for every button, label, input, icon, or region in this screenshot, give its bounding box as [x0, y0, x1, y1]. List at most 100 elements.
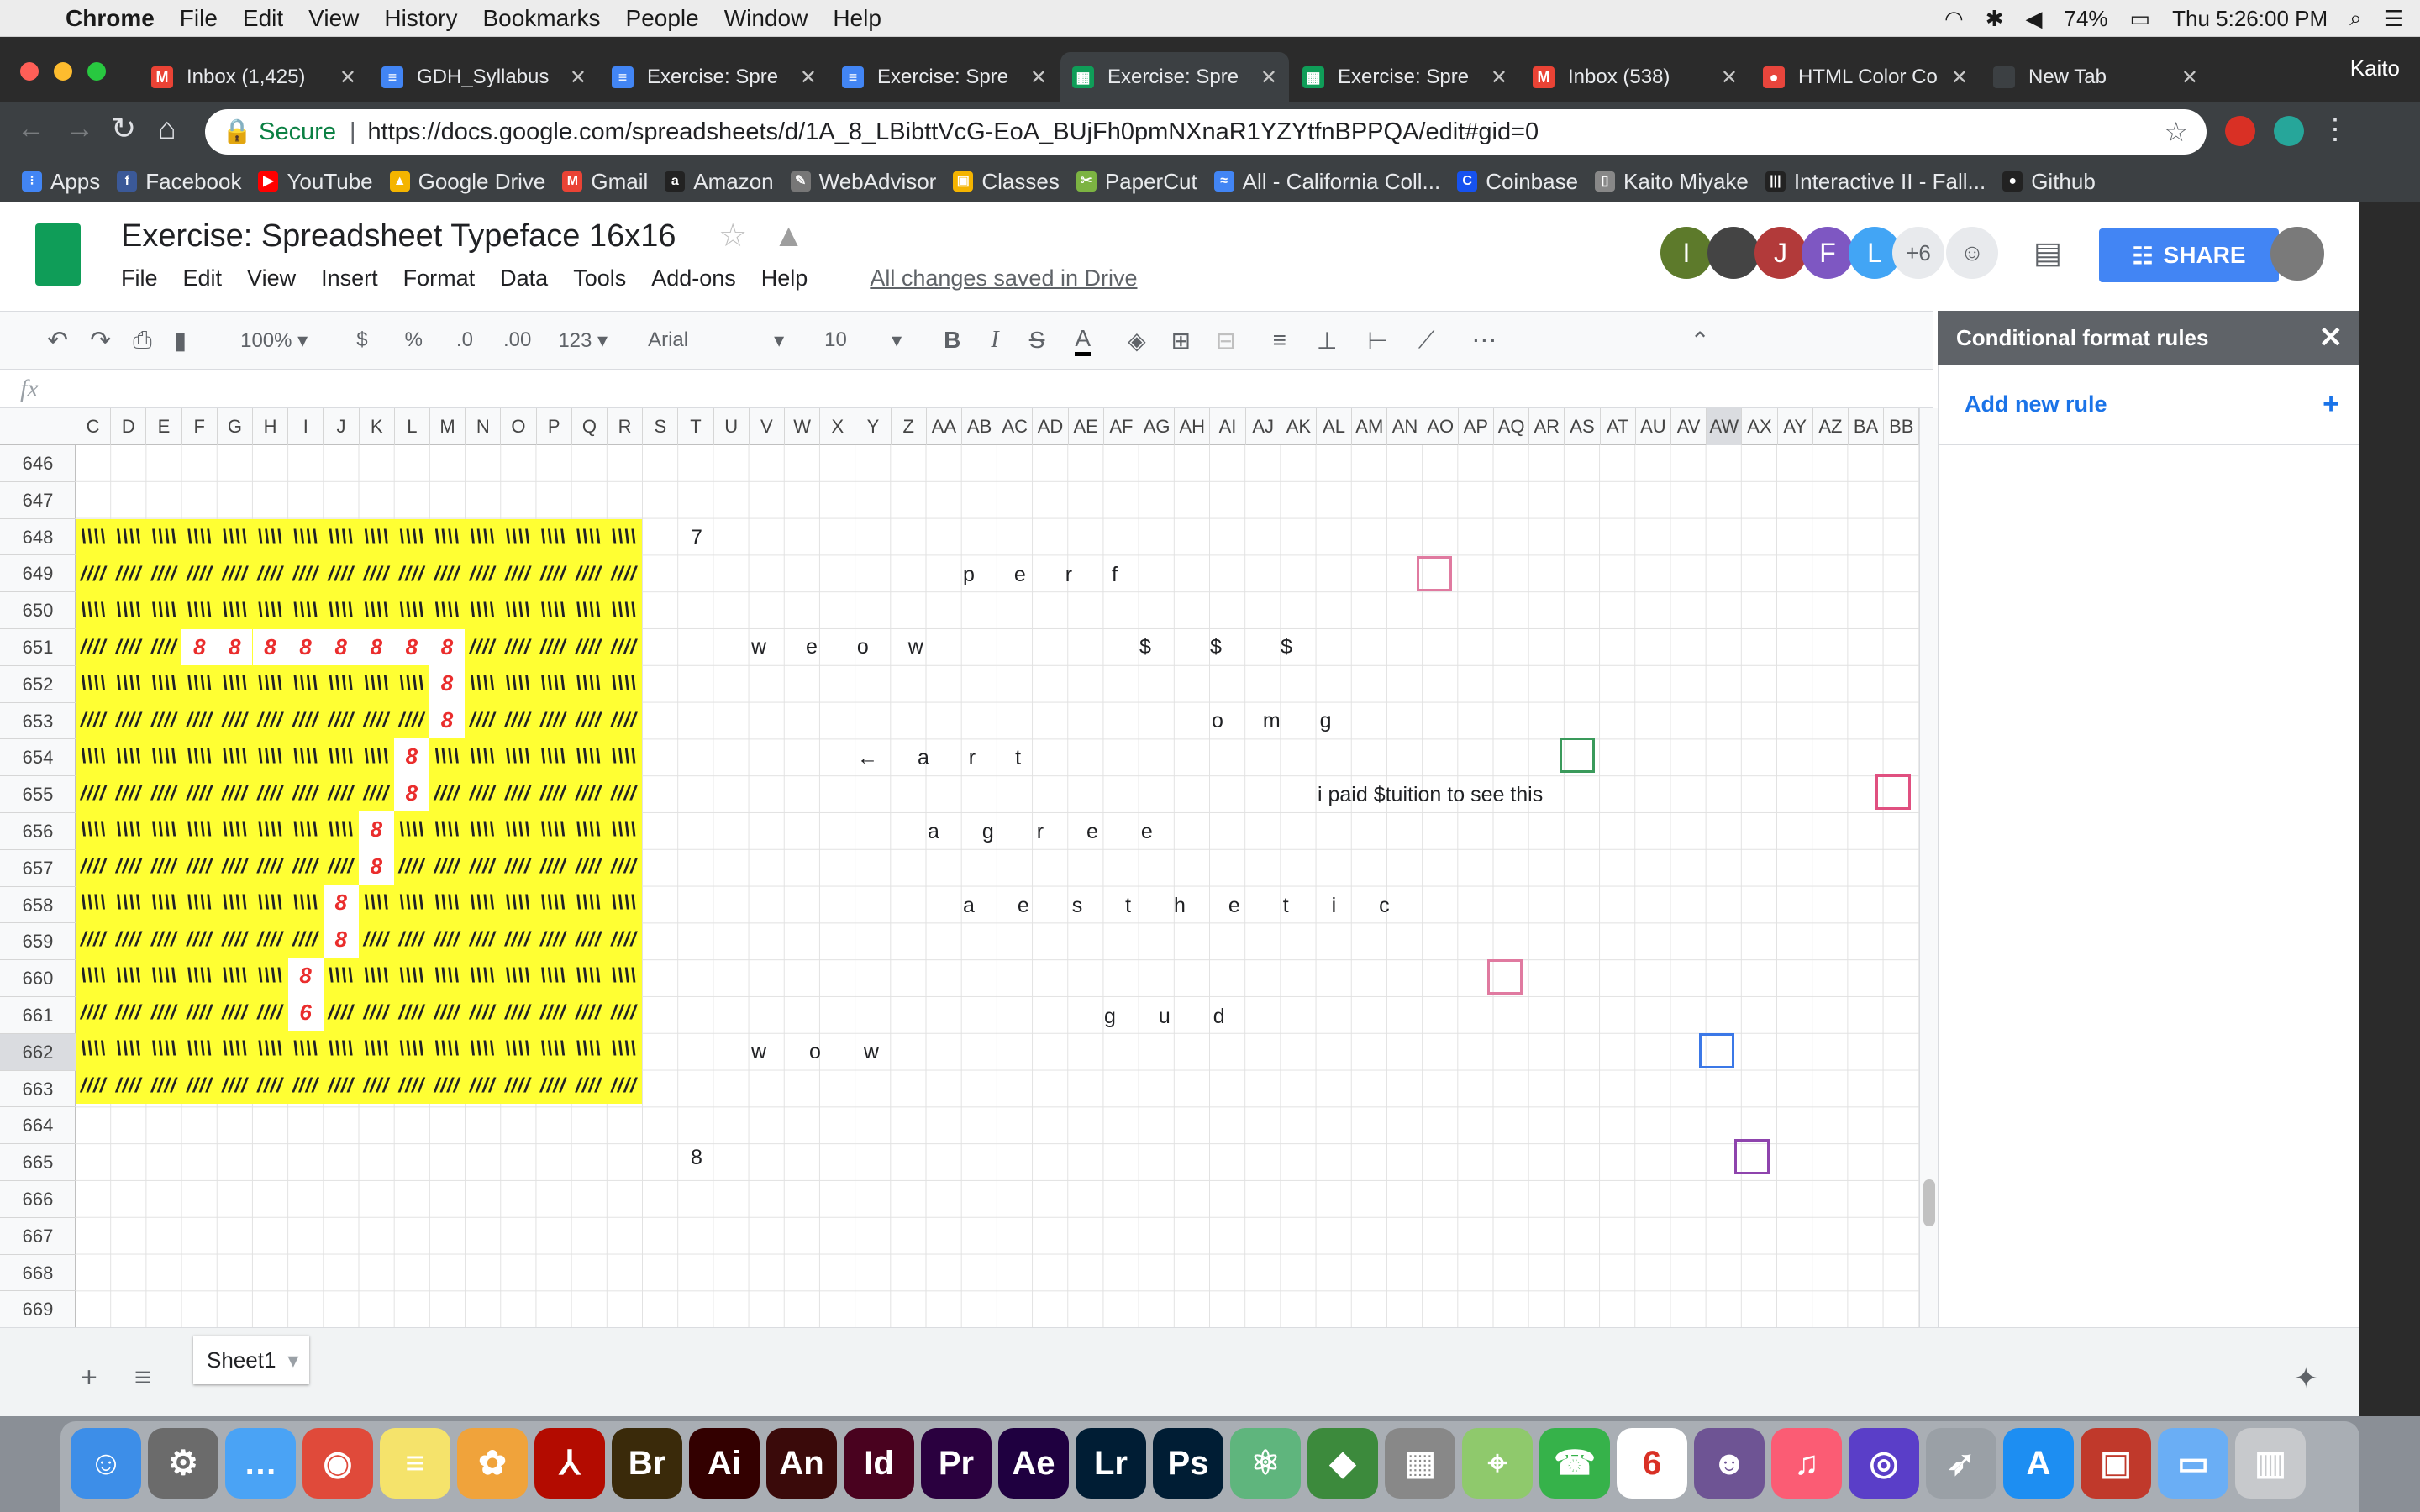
- pattern-cell[interactable]: \\\\: [217, 885, 252, 921]
- text-rotate-icon[interactable]: ⟋: [1418, 327, 1435, 354]
- pattern-cell[interactable]: ////: [394, 1068, 429, 1105]
- pattern-cell[interactable]: \\\\: [571, 885, 606, 921]
- pattern-cell[interactable]: ////: [324, 702, 359, 739]
- column-header[interactable]: W: [785, 408, 821, 445]
- share-button[interactable]: ☷ SHARE: [2099, 228, 2279, 282]
- pattern-cell[interactable]: ////: [182, 1068, 217, 1105]
- bookmark-item[interactable]: ≈ All - California Coll...: [1213, 169, 1440, 195]
- pattern-cell[interactable]: ////: [429, 775, 465, 812]
- pattern-cell[interactable]: \\\\: [500, 519, 535, 556]
- dock-app-icon[interactable]: ⚛: [1230, 1428, 1301, 1499]
- glyph-mark-cell[interactable]: 8: [287, 628, 324, 665]
- row-header[interactable]: 661: [0, 997, 76, 1034]
- pattern-cell[interactable]: ////: [571, 775, 606, 812]
- pattern-cell[interactable]: ////: [606, 629, 641, 666]
- pattern-cell[interactable]: \\\\: [76, 519, 111, 556]
- save-status[interactable]: All changes saved in Drive: [870, 265, 1137, 291]
- column-header[interactable]: AJ: [1246, 408, 1281, 445]
- pattern-cell[interactable]: ////: [217, 848, 252, 885]
- glyph-mark-cell[interactable]: 8: [429, 628, 465, 665]
- bookmark-item[interactable]: ▯ Kaito Miyake: [1595, 169, 1749, 195]
- pattern-cell[interactable]: ////: [500, 702, 535, 739]
- pattern-cell[interactable]: ////: [535, 848, 571, 885]
- column-header[interactable]: C: [76, 408, 112, 445]
- pattern-cell[interactable]: \\\\: [606, 738, 641, 775]
- pattern-cell[interactable]: \\\\: [571, 592, 606, 629]
- pattern-cell[interactable]: ////: [500, 775, 535, 812]
- formula-bar[interactable]: fx: [0, 370, 1933, 408]
- column-header[interactable]: I: [288, 408, 324, 445]
- pattern-cell[interactable]: \\\\: [217, 519, 252, 556]
- pattern-cell[interactable]: ////: [606, 775, 641, 812]
- pattern-cell[interactable]: ////: [76, 629, 111, 666]
- browser-tab[interactable]: ≡ Exercise: Spre ✕: [830, 52, 1059, 102]
- pattern-cell[interactable]: ////: [500, 995, 535, 1032]
- docs-menu-format[interactable]: Format: [403, 265, 476, 291]
- column-header[interactable]: BA: [1849, 408, 1885, 445]
- pattern-cell[interactable]: ////: [535, 995, 571, 1032]
- cell-dollar-2[interactable]: $: [1210, 635, 1230, 659]
- all-sheets-button[interactable]: ≡: [134, 1362, 151, 1394]
- bookmark-item[interactable]: C Coinbase: [1457, 169, 1578, 195]
- collapse-toolbar-icon[interactable]: ⌃: [1690, 327, 1709, 354]
- pattern-cell[interactable]: \\\\: [324, 958, 359, 995]
- move-to-folder-icon[interactable]: ▲: [773, 218, 805, 254]
- zoom-window-button[interactable]: [87, 62, 106, 81]
- column-header[interactable]: AW: [1707, 408, 1743, 445]
- pattern-cell[interactable]: ////: [76, 995, 111, 1032]
- pattern-cell[interactable]: ////: [394, 921, 429, 958]
- address-bar[interactable]: 🔒 Secure | https://docs.google.com/sprea…: [205, 109, 2207, 155]
- pattern-cell[interactable]: \\\\: [252, 1031, 287, 1068]
- glyph-mark-cell[interactable]: 8: [358, 848, 394, 885]
- pattern-cell[interactable]: ////: [217, 556, 252, 593]
- pattern-cell[interactable]: ////: [146, 702, 182, 739]
- pattern-cell[interactable]: ////: [182, 775, 217, 812]
- pattern-cell[interactable]: ////: [111, 921, 146, 958]
- clock[interactable]: Thu 5:26:00 PM: [2172, 6, 2328, 32]
- row-header[interactable]: 654: [0, 739, 76, 777]
- selected-cell[interactable]: [1699, 1033, 1734, 1068]
- dock-app-icon[interactable]: ⅄: [534, 1428, 605, 1499]
- pattern-cell[interactable]: ////: [288, 556, 324, 593]
- row-header[interactable]: 667: [0, 1218, 76, 1255]
- pattern-cell[interactable]: ////: [111, 1068, 146, 1105]
- pattern-cell[interactable]: ////: [111, 629, 146, 666]
- pattern-cell[interactable]: \\\\: [111, 958, 146, 995]
- pattern-cell[interactable]: ////: [359, 995, 394, 1032]
- cell-dollar-3[interactable]: $: [1281, 635, 1301, 659]
- tab-close-icon[interactable]: ✕: [1491, 66, 1507, 90]
- pattern-cell[interactable]: \\\\: [359, 738, 394, 775]
- pattern-cell[interactable]: ////: [606, 921, 641, 958]
- dock-app-icon[interactable]: Lr: [1076, 1428, 1146, 1499]
- pattern-cell[interactable]: \\\\: [288, 811, 324, 848]
- pattern-cell[interactable]: ////: [146, 1068, 182, 1105]
- battery-icon[interactable]: ▭: [2130, 6, 2151, 32]
- pattern-cell[interactable]: ////: [146, 775, 182, 812]
- pattern-cell[interactable]: \\\\: [252, 665, 287, 702]
- wifi-icon[interactable]: ◠: [1944, 6, 1964, 32]
- pattern-cell[interactable]: ////: [111, 556, 146, 593]
- url-text[interactable]: https://docs.google.com/spreadsheets/d/1…: [368, 118, 1539, 146]
- pattern-cell[interactable]: ////: [571, 629, 606, 666]
- pattern-cell[interactable]: ////: [429, 921, 465, 958]
- pattern-cell[interactable]: \\\\: [429, 519, 465, 556]
- column-header[interactable]: AH: [1175, 408, 1211, 445]
- pattern-cell[interactable]: \\\\: [288, 738, 324, 775]
- pattern-cell[interactable]: \\\\: [217, 811, 252, 848]
- print-icon[interactable]: ⎙: [133, 327, 151, 354]
- column-header[interactable]: AG: [1139, 408, 1176, 445]
- pattern-cell[interactable]: ////: [429, 995, 465, 1032]
- row-header[interactable]: 669: [0, 1291, 76, 1329]
- chevron-down-icon[interactable]: ▾: [287, 1347, 298, 1373]
- pattern-cell[interactable]: ////: [252, 995, 287, 1032]
- browser-tab[interactable]: ▦ Exercise: Spre ✕: [1060, 52, 1289, 102]
- pattern-cell[interactable]: ////: [76, 848, 111, 885]
- pattern-cell[interactable]: \\\\: [76, 665, 111, 702]
- bookmark-item[interactable]: ✂ PaperCut: [1076, 169, 1197, 195]
- column-header[interactable]: AV: [1671, 408, 1707, 445]
- pattern-cell[interactable]: \\\\: [535, 665, 571, 702]
- dock-app-icon[interactable]: Ai: [689, 1428, 760, 1499]
- font-size-select[interactable]: 10: [824, 328, 892, 352]
- pattern-cell[interactable]: \\\\: [606, 811, 641, 848]
- chevron-down-icon[interactable]: ▾: [892, 328, 902, 353]
